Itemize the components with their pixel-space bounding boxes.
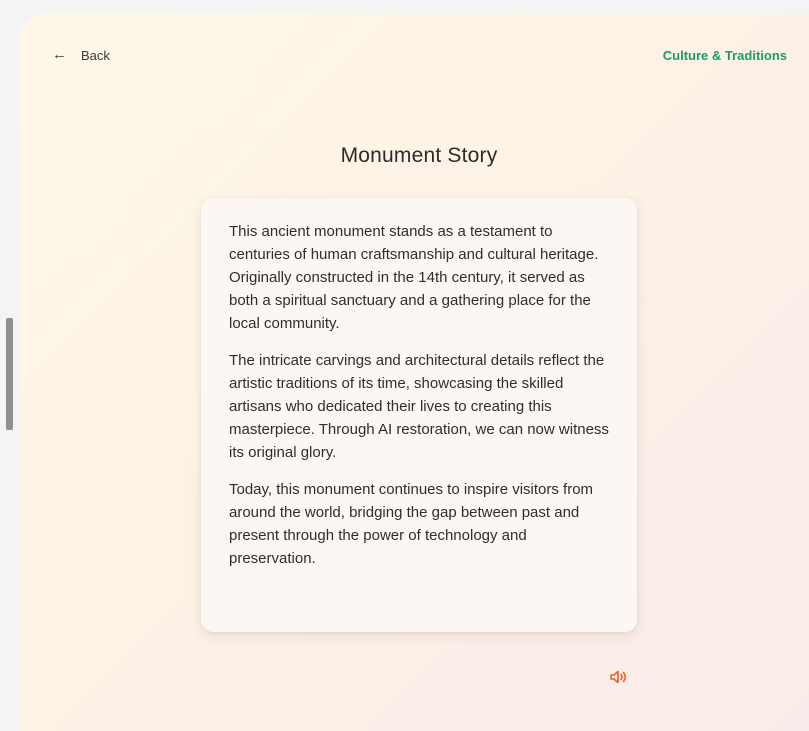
speaker-icon[interactable] <box>609 669 631 685</box>
category-label: Culture & Traditions <box>662 48 787 63</box>
app-window: ← Back Culture & Traditions Monument Sto… <box>0 0 809 731</box>
story-panel: ← Back Culture & Traditions Monument Sto… <box>19 14 809 731</box>
page-title: Monument Story <box>340 144 498 167</box>
story-paragraph: This ancient monument stands as a testam… <box>229 223 599 332</box>
back-label: Back <box>81 47 110 63</box>
arrow-left-icon: ← <box>52 46 67 63</box>
back-button[interactable]: ← Back <box>52 47 110 63</box>
story-paragraph: The intricate carvings and architectural… <box>229 352 609 461</box>
story-paragraph: Today, this monument continues to inspir… <box>229 481 594 567</box>
scrollbar-handle[interactable] <box>6 318 13 430</box>
story-card: This ancient monument stands as a testam… <box>201 198 637 632</box>
